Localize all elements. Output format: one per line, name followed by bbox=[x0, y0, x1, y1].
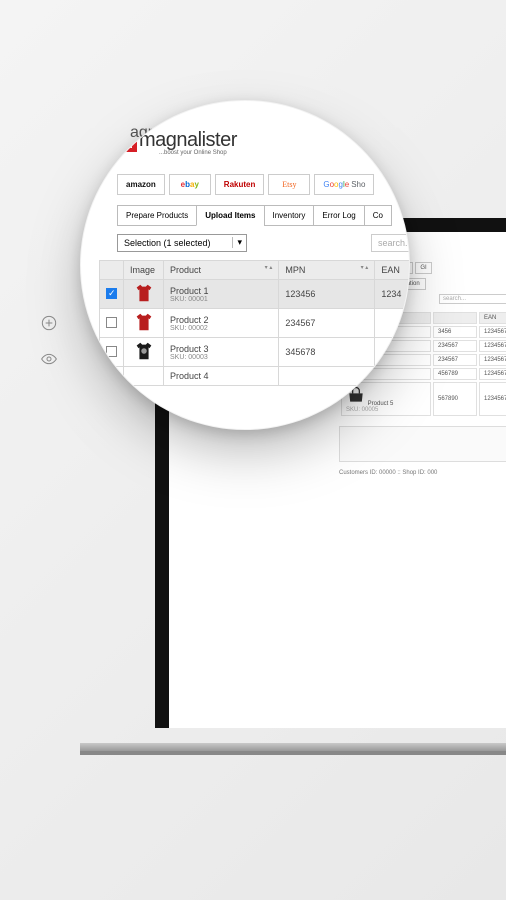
col-ean[interactable]: EAN bbox=[375, 261, 410, 280]
col-image[interactable]: Image bbox=[124, 261, 164, 280]
tshirt-icon bbox=[133, 282, 155, 306]
row-checkbox[interactable] bbox=[106, 317, 117, 328]
search-input[interactable]: search... bbox=[371, 234, 410, 252]
table-row[interactable]: Product 1SKU: 00001 123456 1234 bbox=[100, 280, 411, 309]
brand-tagline: ...boost your Online Shop bbox=[159, 150, 410, 156]
eye-icon[interactable] bbox=[40, 350, 58, 368]
magnifier-lens: magnalister ...boost your Online Shop am… bbox=[80, 100, 410, 430]
marketplace-amazon[interactable]: amazon bbox=[117, 174, 165, 195]
col-product[interactable]: Product▾ ▴ bbox=[164, 261, 279, 280]
marketplace-ebay[interactable]: ebay bbox=[169, 174, 211, 195]
tab-prepare-products[interactable]: Prepare Products bbox=[117, 205, 197, 226]
row-checkbox[interactable] bbox=[106, 288, 117, 299]
brand-name: magnalister bbox=[139, 129, 237, 152]
laptop-base bbox=[80, 743, 506, 751]
table-row[interactable]: Product 2SKU: 00002 234567 bbox=[100, 309, 411, 338]
brand-logo: magnalister bbox=[117, 129, 410, 152]
bg-market-gi: GI bbox=[415, 262, 431, 274]
brand-mark-icon bbox=[117, 132, 137, 152]
products-table: Image Product▾ ▴ MPN▾ ▴ EAN Product 1SKU… bbox=[99, 260, 410, 386]
add-icon[interactable] bbox=[40, 314, 58, 332]
tab-upload-items[interactable]: Upload Items bbox=[196, 205, 264, 226]
bg-search-input: search... bbox=[439, 294, 506, 304]
bg-footer: Customers ID: 00000 :: Shop ID: 000 bbox=[339, 470, 506, 476]
marketplace-rakuten[interactable]: Rakuten bbox=[215, 174, 265, 195]
tshirt-icon bbox=[133, 340, 155, 364]
bg-col-sort bbox=[433, 312, 477, 324]
col-mpn[interactable]: MPN▾ ▴ bbox=[279, 261, 375, 280]
col-checkbox bbox=[100, 261, 124, 280]
row-checkbox[interactable] bbox=[106, 346, 117, 357]
marketplace-etsy[interactable]: Etsy bbox=[268, 174, 310, 195]
tab-error-log[interactable]: Error Log bbox=[313, 205, 364, 226]
marketplace-google[interactable]: GoogleSho bbox=[314, 174, 374, 195]
table-row[interactable]: Product 4 bbox=[100, 367, 411, 386]
tab-inventory[interactable]: Inventory bbox=[264, 205, 315, 226]
table-row[interactable]: Product 3SKU: 00003 345678 bbox=[100, 338, 411, 367]
tab-configuration[interactable]: Co bbox=[364, 205, 392, 226]
selection-dropdown[interactable]: Selection (1 selected) bbox=[117, 234, 247, 252]
tshirt-icon bbox=[133, 311, 155, 335]
bg-content-box bbox=[339, 426, 506, 462]
bg-col-ean: EAN ▾▴ bbox=[479, 312, 506, 324]
